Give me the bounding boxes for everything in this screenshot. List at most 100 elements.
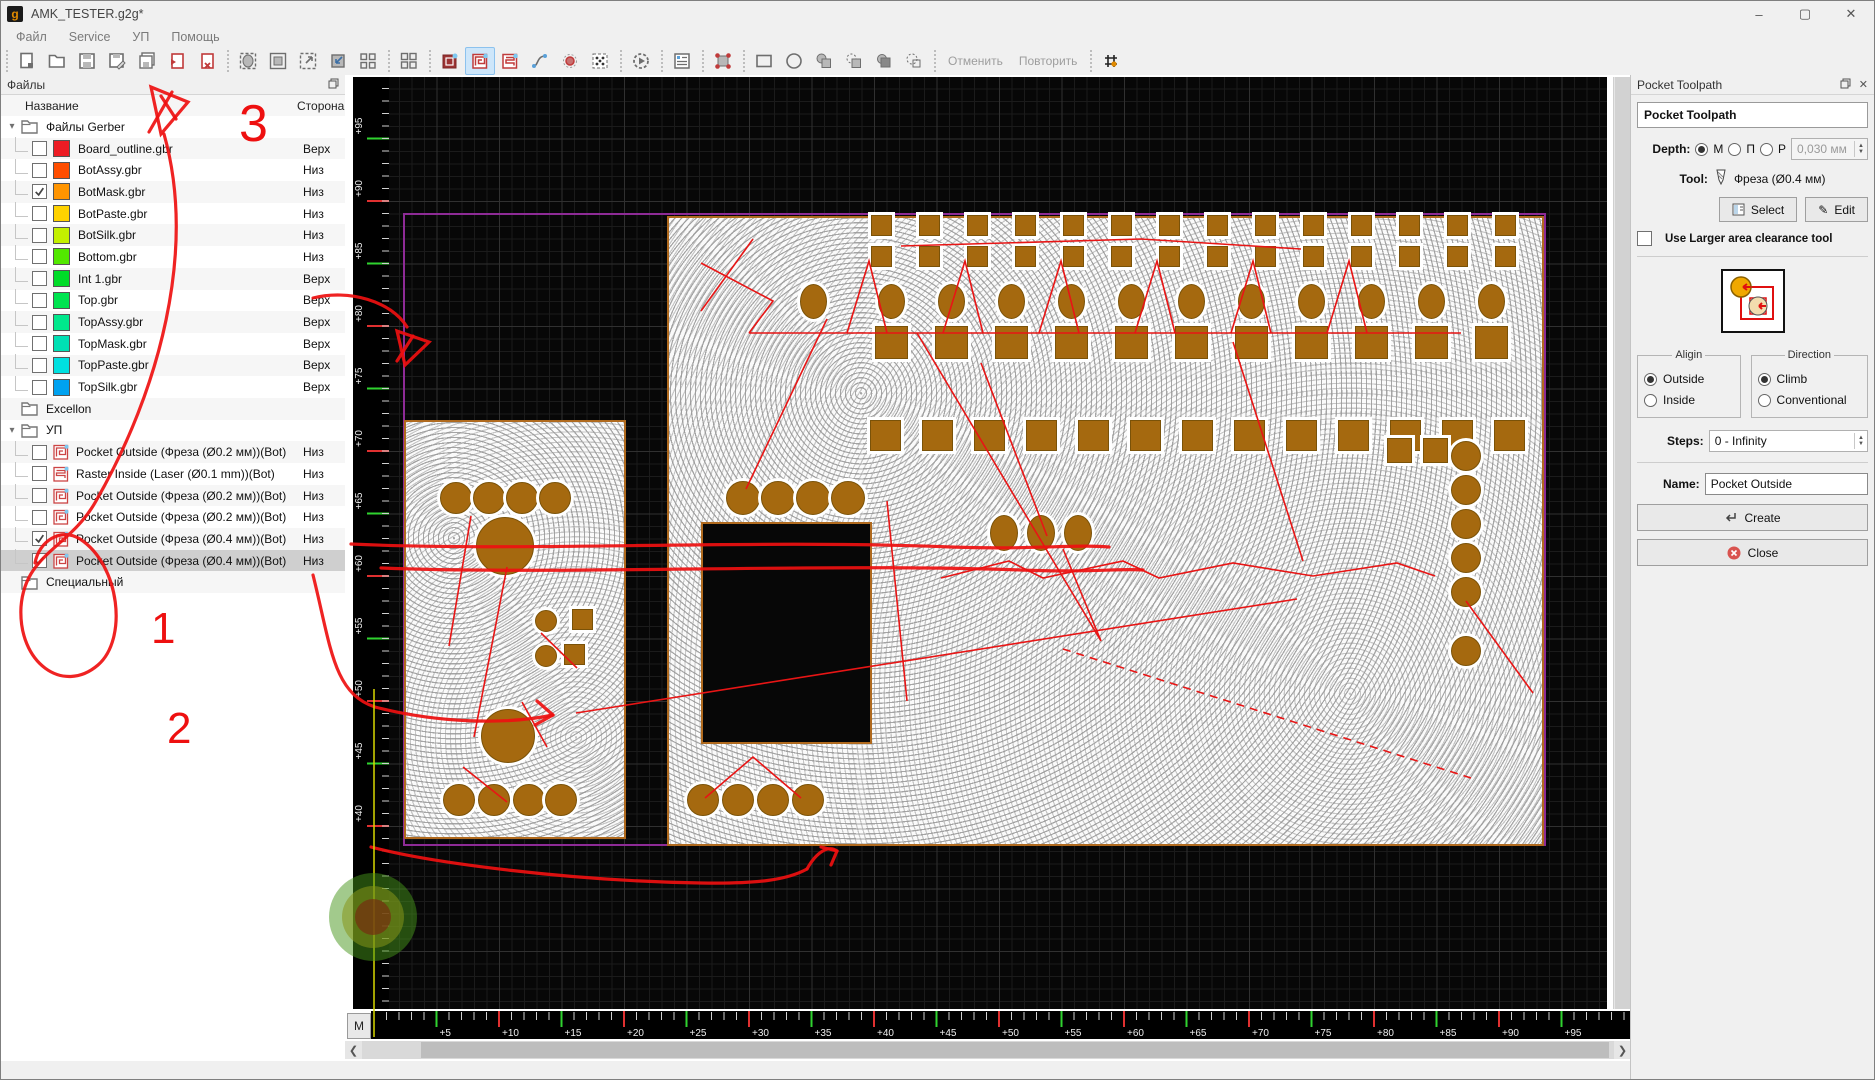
maximize-button[interactable]: ▢ (1782, 1, 1828, 27)
draw-rect-button[interactable] (749, 47, 779, 75)
bool-subtract-button[interactable] (839, 47, 869, 75)
layer-color-chip[interactable] (53, 140, 70, 158)
visibility-checkbox[interactable] (32, 509, 47, 525)
scroll-right-arrow[interactable]: ❯ (1614, 1041, 1631, 1059)
float-panel-icon[interactable] (1840, 78, 1851, 92)
layer-color-chip[interactable] (53, 248, 70, 266)
visibility-checkbox[interactable] (32, 292, 47, 308)
properties-button[interactable] (667, 47, 697, 75)
tree-row[interactable]: TopMask.gbr Верх (1, 332, 345, 355)
align-inside-radio[interactable] (1644, 393, 1657, 407)
visibility-checkbox[interactable] (32, 379, 47, 395)
side-column-header[interactable]: Сторона (297, 99, 344, 113)
save-button[interactable] (72, 47, 102, 75)
tree-row[interactable]: Pocket Outside (Фреза (Ø0.2 мм))(Bot) Низ (1, 484, 345, 507)
save-as-button[interactable] (102, 47, 132, 75)
layer-color-chip[interactable] (53, 291, 70, 309)
redo-button[interactable]: Повторить (1011, 54, 1086, 68)
visibility-checkbox[interactable] (32, 531, 47, 547)
units-button[interactable]: M (347, 1013, 371, 1039)
layer-color-chip[interactable] (53, 378, 70, 396)
array-copy-button[interactable] (394, 47, 424, 75)
float-panel-icon[interactable] (328, 78, 339, 92)
close-button[interactable]: ✕ (1828, 1, 1874, 27)
horizontal-scroll-thumb[interactable] (421, 1042, 1609, 1058)
show-toolpath-button[interactable] (465, 46, 495, 75)
layer-color-chip[interactable] (53, 183, 70, 201)
show-curves-button[interactable] (525, 47, 555, 75)
layer-color-chip[interactable] (53, 313, 70, 331)
show-points-button[interactable] (585, 47, 615, 75)
tree-row[interactable]: BotPaste.gbr Низ (1, 202, 345, 225)
layer-color-chip[interactable] (53, 270, 70, 288)
tree-row[interactable]: Pocket Outside (Фреза (Ø0.4 мм))(Bot) Низ (1, 527, 345, 550)
vertical-scrollbar[interactable] (1613, 77, 1631, 1009)
visibility-checkbox[interactable] (32, 184, 47, 200)
toolpath-name-input[interactable]: Pocket Outside (1704, 473, 1868, 495)
visibility-checkbox[interactable] (32, 249, 47, 265)
tree-row[interactable]: TopPaste.gbr Верх (1, 353, 345, 377)
tree-row[interactable]: BotSilk.gbr Низ (1, 223, 345, 247)
open-button[interactable] (42, 47, 72, 75)
menu-2[interactable]: УП (123, 28, 158, 46)
import-job-button[interactable] (162, 47, 192, 75)
create-button[interactable]: Create (1637, 504, 1868, 531)
tree-folder-уп[interactable]: ▾ УП (1, 420, 345, 442)
simulate-button[interactable] (626, 47, 656, 75)
depth-p1-radio[interactable] (1728, 142, 1742, 156)
menu-3[interactable]: Помощь (162, 28, 228, 46)
panelize-button[interactable] (353, 47, 383, 75)
edit-tool-button[interactable]: ✎ Edit (1805, 197, 1868, 222)
bool-intersect-button[interactable] (869, 47, 899, 75)
tree-folder-excellon[interactable]: Excellon (1, 397, 345, 420)
tree-row[interactable]: Top.gbr Верх (1, 288, 345, 312)
chevron-down-icon[interactable]: ▾ (5, 121, 19, 132)
tree-row[interactable]: TopSilk.gbr Верх (1, 375, 345, 398)
depth-p2-radio[interactable] (1760, 142, 1774, 156)
horizontal-scrollbar[interactable]: ❮ ❯ (345, 1041, 1631, 1059)
menu-1[interactable]: Service (60, 28, 120, 46)
board-view[interactable] (389, 77, 1607, 1009)
layer-color-chip[interactable] (53, 335, 70, 353)
layer-color-chip[interactable] (53, 161, 70, 179)
layer-color-chip[interactable] (53, 205, 70, 223)
tree-row[interactable]: BotAssy.gbr Низ (1, 158, 345, 181)
tree-row[interactable]: Raster Inside (Laser (Ø0.1 mm))(Bot) Низ (1, 462, 345, 485)
tree-row[interactable]: Bottom.gbr Низ (1, 245, 345, 268)
zoom-extents-button[interactable] (293, 47, 323, 75)
visibility-checkbox[interactable] (32, 271, 47, 287)
transform-button[interactable] (708, 47, 738, 75)
show-raster-button[interactable] (495, 47, 525, 75)
tree-folder-специальный[interactable]: Специальный (1, 571, 345, 594)
direction-climb-radio[interactable] (1757, 372, 1771, 386)
undo-button[interactable]: Отменить (940, 54, 1011, 68)
close-panel-icon[interactable]: ✕ (1859, 78, 1868, 91)
scroll-left-arrow[interactable]: ❮ (345, 1041, 362, 1059)
depth-value-spinbox[interactable]: 0,030 мм ▲ ▼ (1791, 138, 1868, 160)
layer-color-chip[interactable] (53, 356, 70, 374)
visibility-checkbox[interactable] (32, 314, 47, 330)
vertical-scroll-thumb[interactable] (1615, 77, 1630, 1009)
fill-view-button[interactable] (263, 47, 293, 75)
align-outside-radio[interactable] (1644, 372, 1657, 386)
tree-row[interactable]: Board_outline.gbr Верх (1, 137, 345, 160)
visibility-checkbox[interactable] (32, 206, 47, 222)
bool-outline-button[interactable] (899, 47, 929, 75)
tree-folder-файлы-gerber[interactable]: ▾ Файлы Gerber (1, 116, 345, 138)
visibility-checkbox[interactable] (32, 141, 47, 157)
steps-spinbox[interactable]: 0 - Infinity ▲ ▼ (1708, 430, 1868, 452)
layer-color-chip[interactable] (53, 226, 70, 244)
show-board-button[interactable] (435, 47, 465, 75)
delete-job-button[interactable] (192, 47, 222, 75)
visibility-checkbox[interactable] (32, 357, 47, 373)
fit-selection-button[interactable] (233, 47, 263, 75)
visibility-checkbox[interactable] (32, 488, 47, 504)
clearance-checkbox[interactable] (1637, 231, 1652, 246)
zoom-selection-button[interactable] (323, 47, 353, 75)
chevron-down-icon[interactable]: ▾ (5, 425, 19, 436)
show-drills-button[interactable] (555, 47, 585, 75)
close-panel-button[interactable]: Close (1637, 539, 1868, 566)
tree-row[interactable]: Pocket Outside (Фреза (Ø0.2 мм))(Bot) Низ (1, 505, 345, 528)
visibility-checkbox[interactable] (32, 336, 47, 352)
new-file-button[interactable] (12, 47, 42, 75)
